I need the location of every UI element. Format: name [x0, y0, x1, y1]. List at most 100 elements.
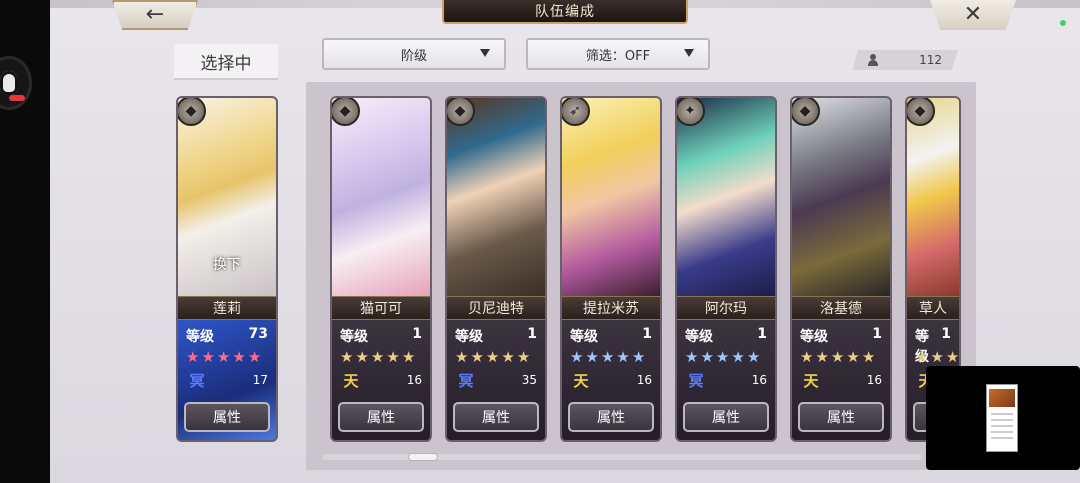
rarity-stars: ★★★★★: [455, 350, 530, 365]
close-button[interactable]: ✕: [930, 0, 1016, 30]
star-icon: ★: [355, 348, 369, 366]
filter-label: 筛选：OFF: [585, 48, 651, 64]
rarity-stars: ★★★★★: [915, 348, 960, 366]
star-icon: ★: [815, 348, 829, 366]
level-label: 等级: [455, 329, 483, 345]
star-icon: ★: [340, 348, 354, 366]
star-icon: ★: [455, 348, 469, 366]
attributes-button[interactable]: 属性: [338, 402, 424, 432]
selecting-tab[interactable]: 选择中: [174, 44, 278, 80]
star-icon: ★: [470, 348, 484, 366]
attribute-dark-icon: 冥: [189, 371, 205, 390]
back-button[interactable]: ←: [112, 0, 198, 30]
close-icon: ✕: [963, 2, 983, 27]
page-title-bar: 队伍编成: [442, 0, 688, 24]
unit-name: 提拉米苏: [562, 296, 660, 320]
shield-icon: ◆: [447, 98, 475, 126]
unit-count-box: 112: [852, 50, 958, 70]
rank-sort-label: 阶级: [400, 48, 427, 64]
star-icon: ★: [700, 348, 714, 366]
page-title: 队伍编成: [535, 4, 595, 20]
unit-card[interactable]: ◆ 猫可可 等级 1 ★ ★ ★ ★ ★ 天 16 属性: [330, 96, 432, 442]
star-icon: ★: [846, 348, 860, 366]
level-label: 等级: [800, 329, 828, 345]
unit-name: 贝尼迪特: [447, 296, 545, 320]
level-label: 等级: [570, 329, 598, 345]
unit-card[interactable]: ◆ 贝尼迪特 等级 1 ★ ★ ★ ★ ★ 冥 35 属性: [445, 96, 547, 442]
level-label: 等级: [340, 329, 368, 345]
person-icon: [868, 54, 878, 66]
attribute-heaven-icon: 天: [573, 371, 589, 390]
chevron-down-icon: [480, 49, 490, 57]
star-icon: ★: [216, 348, 231, 366]
unit-info: 等级 1 ★ ★ ★ ★ ★ 天 16 属性: [562, 320, 660, 440]
star-icon: ★: [370, 348, 385, 366]
replace-label: 换下: [213, 257, 241, 273]
unit-portrait: [447, 98, 545, 296]
star-icon: ★: [401, 348, 416, 366]
star-icon: ★: [600, 348, 615, 366]
unit-portrait: [677, 98, 775, 296]
unit-card[interactable]: ➶ 提拉米苏 等级 1 ★ ★ ★ ★ ★ 天 16 属性: [560, 96, 662, 442]
attributes-button[interactable]: 属性: [568, 402, 654, 432]
attributes-button[interactable]: 属性: [184, 402, 270, 432]
star-icon: ★: [731, 348, 745, 366]
star-icon: ★: [386, 348, 400, 366]
screen: ← 队伍编成 ✕ 选择中 阶级 筛选：OFF 112 ◆ 换下 莲莉 等级 73…: [0, 0, 1080, 483]
unit-portrait: [562, 98, 660, 296]
star-icon: ★: [746, 348, 761, 366]
scrollbar-thumb[interactable]: [408, 453, 438, 461]
qq-floating-icon[interactable]: [0, 56, 32, 110]
star-icon: ★: [945, 348, 960, 366]
unit-card[interactable]: ◆ 洛基德 等级 1 ★ ★ ★ ★ ★ 天 16 属性: [790, 96, 892, 442]
unit-name: 草人: [907, 296, 959, 320]
rank-sort-dropdown[interactable]: 阶级: [322, 38, 506, 70]
star-icon: ★: [616, 348, 630, 366]
level-value: 73: [248, 326, 268, 342]
staff-icon: ✦: [677, 98, 705, 126]
rarity-stars: ★★★★★: [800, 350, 875, 365]
bow-icon: ➶: [562, 98, 590, 126]
cost-value: 35: [521, 373, 537, 387]
level-value: 1: [412, 326, 422, 342]
star-icon: ★: [501, 348, 515, 366]
selected-unit-card[interactable]: ◆ 换下 莲莉 等级 73 ★ ★ ★ ★ ★ 冥 17 属性: [176, 96, 278, 442]
level-value: 1: [872, 326, 882, 342]
unit-info: 等级 1 ★ ★ ★ ★ ★ 冥 16 属性: [677, 320, 775, 440]
level-label: 等级: [685, 329, 713, 345]
attributes-button[interactable]: 属性: [798, 402, 884, 432]
unit-portrait: [792, 98, 890, 296]
attributes-button[interactable]: 属性: [453, 402, 539, 432]
unit-name: 猫可可: [332, 296, 430, 320]
back-arrow-icon: ←: [145, 2, 165, 27]
shield-icon: ◆: [907, 98, 935, 126]
star-icon: ★: [516, 348, 531, 366]
selecting-tab-label: 选择中: [200, 53, 252, 74]
star-icon: ★: [186, 348, 200, 366]
unit-name: 阿尔玛: [677, 296, 775, 320]
star-icon: ★: [485, 348, 500, 366]
star-icon: ★: [930, 348, 944, 366]
star-icon: ★: [232, 348, 246, 366]
game-area: ← 队伍编成 ✕ 选择中 阶级 筛选：OFF 112 ◆ 换下 莲莉 等级 73…: [50, 0, 1080, 483]
star-icon: ★: [861, 348, 876, 366]
unit-info: 等级 1 ★ ★ ★ ★ ★ 天 16 属性: [332, 320, 430, 440]
attribute-dark-icon: 冥: [458, 371, 474, 390]
star-icon: ★: [631, 348, 646, 366]
unit-name: 莲莉: [178, 296, 276, 320]
shield-icon: ◆: [178, 98, 206, 126]
attribute-heaven-icon: 天: [803, 371, 819, 390]
unit-info: 等级 1 ★ ★ ★ ★ ★ 冥 35 属性: [447, 320, 545, 440]
shield-icon: ◆: [332, 98, 360, 126]
unit-card[interactable]: ✦ 阿尔玛 等级 1 ★ ★ ★ ★ ★ 冥 16 属性: [675, 96, 777, 442]
star-icon: ★: [570, 348, 584, 366]
star-icon: ★: [830, 348, 845, 366]
attribute-dark-icon: 冥: [688, 371, 704, 390]
star-icon: ★: [800, 348, 814, 366]
attributes-button[interactable]: 属性: [683, 402, 769, 432]
shield-icon: ◆: [792, 98, 820, 126]
screen-recording-preview[interactable]: [926, 366, 1080, 470]
status-dot: [1060, 20, 1066, 26]
filter-dropdown[interactable]: 筛选：OFF: [526, 38, 710, 70]
cost-value: 16: [751, 373, 767, 387]
